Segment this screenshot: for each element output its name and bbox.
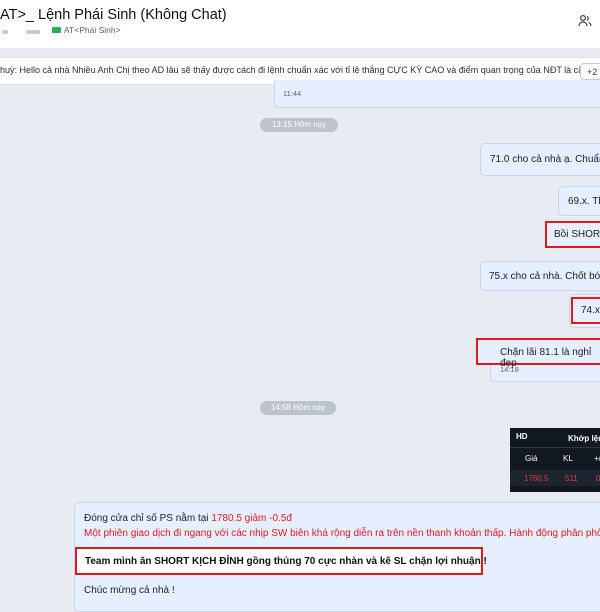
date-divider: 13:15 Hôm nay	[260, 118, 338, 132]
price-value: 1780.5	[524, 474, 549, 483]
message-bubble[interactable]: 75.x cho cả nhà. Chốt bớt	[480, 261, 600, 291]
message-text: Bồi SHORT	[554, 229, 600, 240]
close-summary-text: Đóng cửa chỉ số PS nằm tại	[84, 513, 212, 524]
chat-subtitle: AT<Phái Sinh>	[64, 25, 121, 35]
chat-title: AT>_ Lệnh Phái Sinh (Không Chat)	[0, 7, 227, 23]
avatar-placeholder	[26, 30, 40, 34]
message-bubble[interactable]: 69.x. Th	[558, 186, 600, 216]
tag-icon	[52, 27, 61, 33]
message-text: 75.x cho cả nhà. Chốt bớt	[489, 271, 600, 282]
chat-header: AT>_ Lệnh Phái Sinh (Không Chat) AT<Phái…	[0, 0, 600, 48]
message-text: Chặn lãi 81.1 là nghỉ đẹp	[500, 347, 592, 369]
highlight-box: 74.x	[571, 297, 600, 324]
hd-label: HD	[516, 432, 528, 441]
trading-screenshot-image[interactable]: HD Khớp lện Giá KL +/ 1780.5 511 0	[510, 428, 600, 492]
volume-value: 511	[565, 474, 578, 483]
highlight-box: Team mình ăn SHORT KỊCH ĐỈNH gồng thủng …	[75, 547, 487, 575]
message-bubble[interactable]: 71.0 cho cả nhà ạ. Chuẩn V	[480, 143, 600, 176]
avatar-placeholder	[2, 30, 8, 34]
members-icon[interactable]	[578, 14, 592, 28]
change-value: 0	[596, 474, 600, 483]
col-change: +/	[594, 454, 600, 463]
team-result-text: Team mình ăn SHORT KỊCH ĐỈNH gồng thủng …	[85, 556, 487, 567]
message-bubble[interactable]: 11:44	[274, 80, 600, 108]
message-text: 69.x. Th	[568, 196, 600, 207]
message-text: 71.0 cho cả nhà ạ. Chuẩn V	[490, 154, 600, 165]
col-volume: KL	[563, 454, 573, 463]
pinned-message-text: huỳ: Hello cả nhà Nhiều Anh Chị theo AD …	[0, 65, 600, 75]
highlight-box: Bồi SHORT	[545, 221, 600, 248]
session-description: Một phiên giao dịch đi ngang với các nhị…	[84, 528, 600, 539]
date-divider: 14:58 Hôm nay	[260, 401, 336, 415]
col-price: Giá	[525, 454, 538, 463]
divider	[510, 447, 600, 448]
message-text: 74.x	[581, 305, 600, 316]
close-value: 1780.5 giảm -0.5đ	[211, 513, 292, 524]
pinned-count-button[interactable]: +2	[580, 63, 600, 80]
highlight-box: Chặn lãi 81.1 là nghỉ đẹp	[476, 338, 600, 369]
message-time: 11:44	[283, 89, 302, 98]
congrats-text: Chúc mừng cả nhà !	[84, 585, 175, 596]
message-bubble[interactable]: Đóng cửa chỉ số PS nằm tại 1780.5 giảm -…	[74, 502, 600, 612]
close-summary-line: Đóng cửa chỉ số PS nằm tại 1780.5 giảm -…	[84, 513, 292, 524]
match-label: Khớp lện	[568, 434, 600, 443]
